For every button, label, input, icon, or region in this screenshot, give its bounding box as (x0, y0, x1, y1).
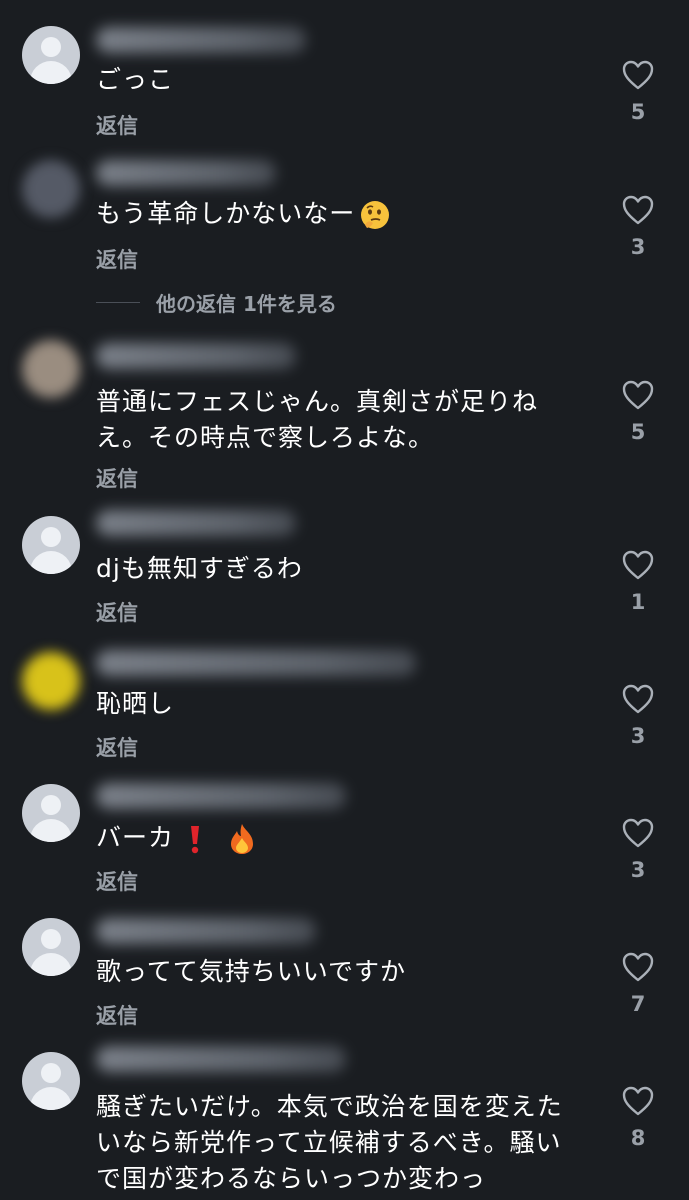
username-blurred[interactable] (96, 160, 276, 186)
like-count: 7 (630, 992, 646, 1016)
comment-text: ごっこ (96, 65, 175, 94)
like-count: 1 (630, 590, 646, 614)
avatar[interactable] (22, 784, 80, 842)
heart-icon (622, 1086, 654, 1116)
username-blurred[interactable] (96, 918, 316, 944)
reply-button[interactable]: 返信 (96, 244, 138, 274)
heart-icon (622, 952, 654, 982)
reply-button[interactable]: 返信 (96, 110, 138, 140)
heart-icon (622, 60, 654, 90)
view-more-replies[interactable]: 他の返信 1件を見る (156, 288, 337, 317)
username-blurred[interactable] (96, 343, 296, 369)
comment-text: 恥晒し (96, 689, 175, 718)
like-count: 5 (630, 100, 646, 124)
like-button[interactable]: 1 (620, 550, 656, 614)
heart-icon (622, 684, 654, 714)
username-blurred[interactable] (96, 27, 306, 53)
username-blurred[interactable] (96, 510, 296, 536)
heart-icon (622, 380, 654, 410)
avatar[interactable] (22, 516, 80, 574)
like-count: 3 (630, 724, 646, 748)
heart-icon (622, 195, 654, 225)
heart-icon (622, 818, 654, 848)
comment-text: 騒ぎたいだけ。本気で政治を国を変えたいなら新党作って立候補するべき。騒いで国が変… (96, 1092, 563, 1193)
avatar[interactable] (22, 918, 80, 976)
like-count: 3 (630, 858, 646, 882)
thinking-face-icon (361, 201, 390, 229)
like-button[interactable]: 3 (620, 684, 656, 748)
exclamation-icon (190, 826, 199, 854)
avatar[interactable] (22, 1052, 80, 1110)
like-button[interactable]: 8 (620, 1086, 656, 1150)
comment-text: djも無知すぎるわ (96, 554, 303, 583)
heart-icon (622, 550, 654, 580)
comment-text: 普通にフェスじゃん。真剣さが足りねえ。その時点で察しろよな。 (96, 387, 539, 452)
comment-text: 歌ってて気持ちいいですか (96, 957, 407, 986)
like-button[interactable]: 5 (620, 380, 656, 444)
like-count: 3 (630, 235, 646, 259)
username-blurred[interactable] (96, 1046, 346, 1072)
avatar[interactable] (22, 652, 80, 710)
reply-button[interactable]: 返信 (96, 463, 138, 493)
avatar[interactable] (22, 26, 80, 84)
like-count: 8 (630, 1126, 646, 1150)
avatar[interactable] (22, 340, 80, 398)
like-button[interactable]: 5 (620, 60, 656, 124)
reply-button[interactable]: 返信 (96, 597, 138, 627)
comment-text: もう革命しかないなー (96, 196, 576, 232)
comment-text: バーカ (96, 820, 576, 856)
reply-button[interactable]: 返信 (96, 866, 138, 896)
username-blurred[interactable] (96, 783, 346, 809)
like-count: 5 (630, 420, 646, 444)
fire-icon (230, 824, 253, 854)
reply-button[interactable]: 返信 (96, 1000, 138, 1030)
like-button[interactable]: 7 (620, 952, 656, 1016)
avatar[interactable] (22, 160, 80, 218)
more-replies-divider (96, 302, 140, 303)
username-blurred[interactable] (96, 650, 416, 676)
like-button[interactable]: 3 (620, 818, 656, 882)
reply-button[interactable]: 返信 (96, 732, 138, 762)
like-button[interactable]: 3 (620, 195, 656, 259)
